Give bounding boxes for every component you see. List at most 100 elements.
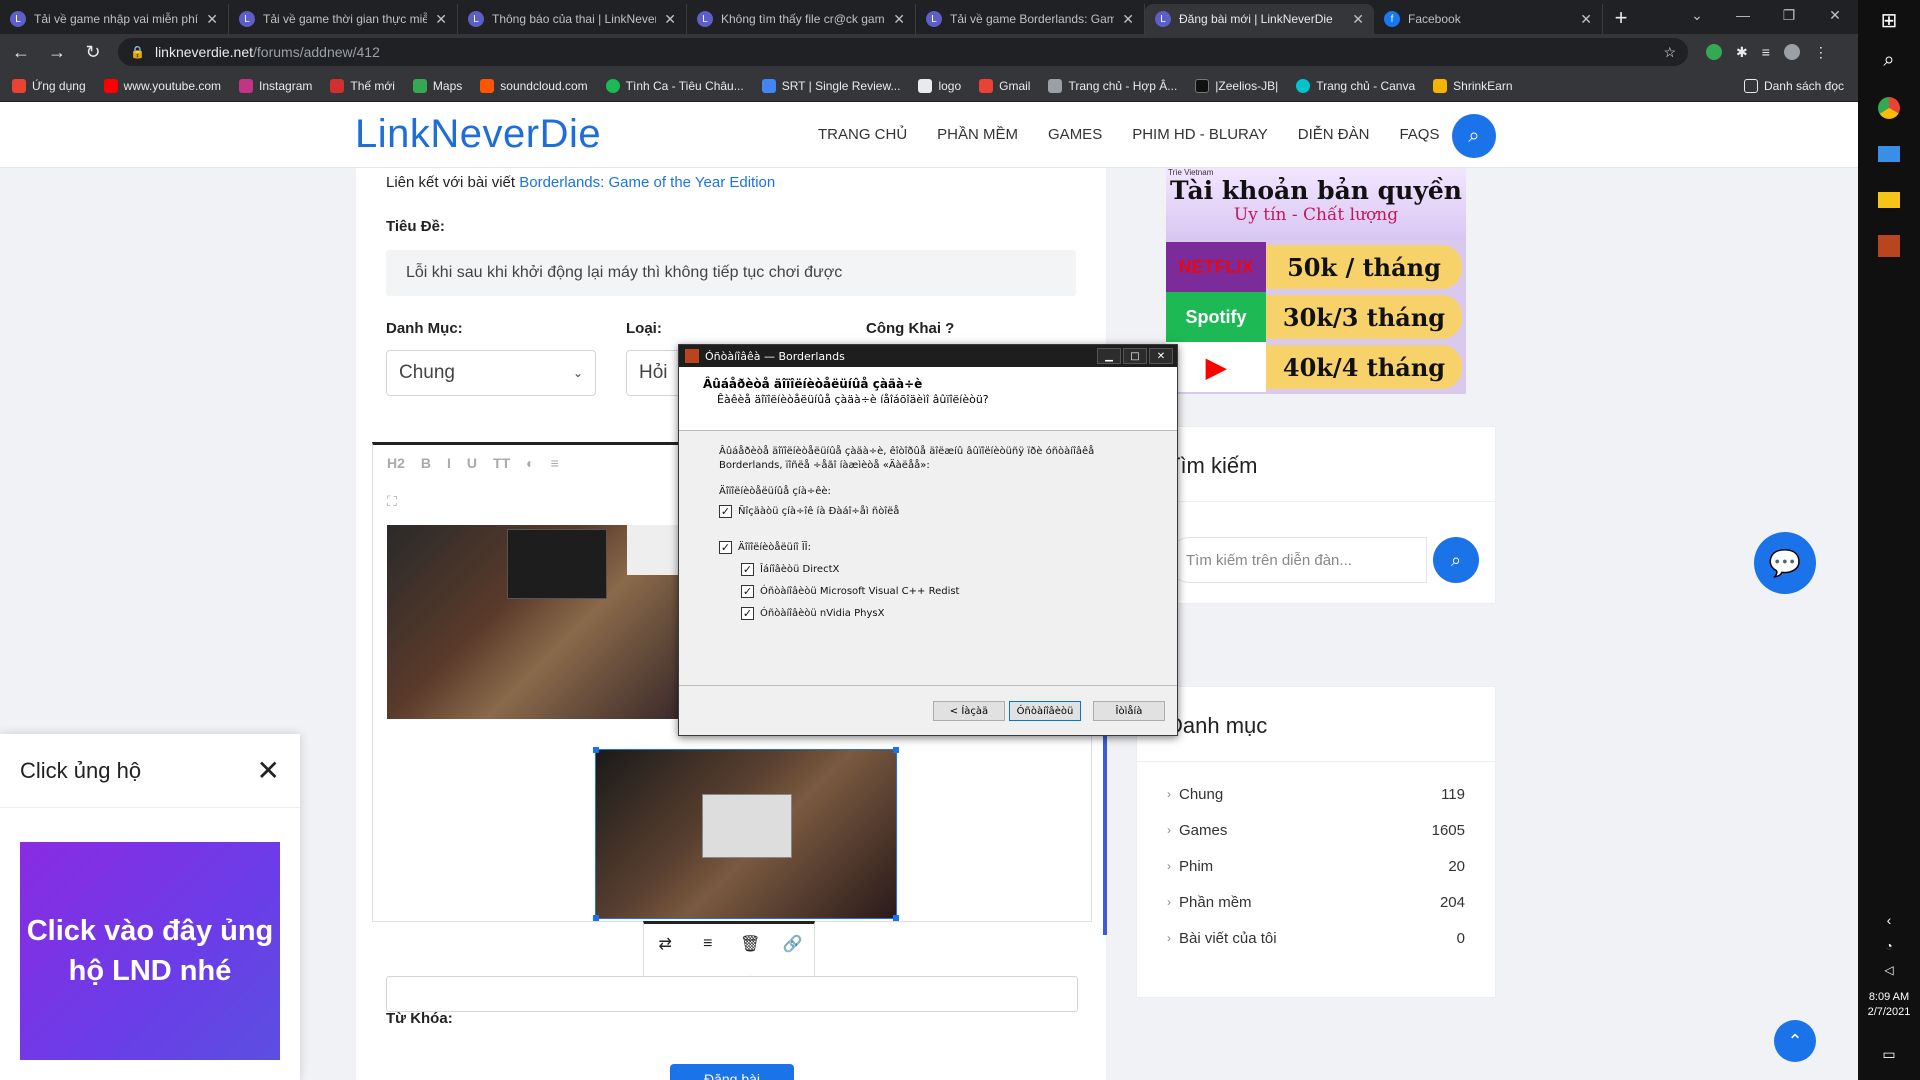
file-explorer-icon[interactable] [1875, 186, 1903, 214]
keywords-input[interactable] [386, 976, 1078, 1012]
install-button[interactable]: Óñòàíîâèòü [1009, 701, 1081, 721]
bookmark-youtube[interactable]: www.youtube.com [103, 78, 221, 93]
close-icon[interactable]: ✕ [664, 11, 676, 28]
category-item[interactable]: › Phần mềm 204 [1167, 884, 1465, 920]
media-icon[interactable]: ≡ [1762, 44, 1770, 60]
additional-software-checkbox[interactable]: ✓ Äîïîëíèòåëüíî ÏÎ: [719, 541, 1137, 554]
heading-button[interactable]: H2 [387, 455, 405, 471]
windows-start-icon[interactable]: ⊞ [1875, 6, 1903, 34]
color-button[interactable]: ◐ [526, 455, 534, 471]
bookmark-maps[interactable]: Maps [412, 78, 462, 93]
url-bar[interactable]: 🔒 linkneverdie.net/forums/addnew/412 ☆ [118, 38, 1688, 66]
restore-icon[interactable]: ❐ [1766, 0, 1812, 30]
physx-checkbox[interactable]: ✓ Óñòàíîâèòü nVidia PhysX [741, 607, 1137, 620]
volume-icon[interactable]: ◁ [1875, 956, 1903, 984]
back-icon[interactable]: ← [6, 37, 36, 67]
browser-tab[interactable]: L Tải về game Borderlands: Gam ✕ [916, 4, 1145, 34]
minimize-icon[interactable]: ▁ [1097, 348, 1121, 364]
puzzle-icon[interactable]: ✱ [1736, 44, 1748, 61]
clock[interactable]: 8:09 AM 2/7/2021 [1858, 990, 1920, 1020]
bookmark-soundcloud[interactable]: soundcloud.com [480, 78, 588, 93]
browser-tab-active[interactable]: L Đăng bài mới | LinkNeverDie ✕ [1145, 4, 1374, 34]
desktop-icon-checkbox[interactable]: ✓ Ñîçäàòü çíà÷îê íà Ðàáî÷åì ñòîëå [719, 505, 1137, 518]
category-item[interactable]: › Phim 20 [1167, 848, 1465, 884]
resize-handle[interactable] [893, 915, 899, 921]
category-item[interactable]: › Chung 119 [1167, 776, 1465, 812]
bookmark-instagram[interactable]: Instagram [239, 78, 312, 93]
font-size-button[interactable]: TT [493, 455, 510, 471]
chat-button[interactable]: 💬 [1754, 532, 1816, 594]
scroll-to-top-button[interactable]: ⌃ [1774, 1020, 1816, 1062]
menu-item-movies[interactable]: PHIM HD - BLURAY [1132, 126, 1268, 143]
type-select[interactable]: Hỏi [626, 350, 686, 396]
close-icon[interactable]: ✕ [1352, 11, 1364, 28]
close-icon[interactable]: ✕ [893, 11, 905, 28]
forum-search-input[interactable]: Tìm kiếm trên diễn đàn... [1167, 537, 1427, 583]
bookmark-tinh-ca[interactable]: Tình Ca - Tiêu Châu... [605, 78, 744, 93]
resize-handle[interactable] [593, 747, 599, 753]
minimize-icon[interactable]: — [1720, 0, 1766, 30]
browser-tab[interactable]: L Thông báo của thai | LinkNever ✕ [458, 4, 687, 34]
submit-button[interactable]: Đăng bài [670, 1064, 794, 1080]
screenshot-image-1[interactable] [387, 525, 681, 719]
resize-handle[interactable] [593, 915, 599, 921]
category-item[interactable]: › Games 1605 [1167, 812, 1465, 848]
browser-tab[interactable]: L Không tìm thấy file cr@ck gam ✕ [687, 4, 916, 34]
bookmark-srt[interactable]: SRT | Single Review... [761, 78, 900, 93]
menu-item-games[interactable]: GAMES [1048, 126, 1102, 143]
category-item[interactable]: › Bài viết của tôi 0 [1167, 920, 1465, 956]
close-icon[interactable]: ✕ [206, 11, 218, 28]
forward-icon[interactable]: → [42, 37, 72, 67]
link-icon[interactable]: 🔗 [783, 934, 803, 954]
search-icon[interactable]: ⌕ [1875, 46, 1903, 74]
bookmark-zeelios[interactable]: |Zeelios-JB| [1195, 78, 1278, 93]
linked-post-link[interactable]: Borderlands: Game of the Year Edition [519, 174, 775, 191]
donate-banner[interactable]: Click vào đây ủng hộ LND nhé [20, 842, 280, 1060]
close-icon[interactable]: ✕ [435, 11, 447, 28]
bookmark-the-moi[interactable]: Thế mới [330, 78, 395, 93]
close-icon[interactable]: ✕ [1149, 348, 1173, 364]
bookmark-canva[interactable]: Trang chủ - Canva [1296, 78, 1415, 93]
app-icon[interactable] [1875, 140, 1903, 168]
vcredist-checkbox[interactable]: ✓ Óñòàíîâèòü Microsoft Visual C++ Redist [741, 585, 1137, 598]
sidebar-ad[interactable]: Trìe Vietnam Tài khoản bản quyền Uy tín … [1166, 168, 1466, 394]
close-icon[interactable]: ✕ [1122, 11, 1134, 28]
extension-icon[interactable] [1706, 44, 1722, 60]
align-button[interactable]: ≡ [551, 455, 559, 471]
maximize-icon[interactable]: □ [1123, 348, 1147, 364]
title-input[interactable]: Lỗi khi sau khi khởi động lại máy thì kh… [386, 250, 1076, 296]
cancel-button[interactable]: Îòìåíà [1093, 701, 1165, 721]
browser-tab[interactable]: L Tải về game nhập vai miễn phí ✕ [0, 4, 229, 34]
close-icon[interactable]: ✕ [1580, 11, 1592, 28]
close-icon[interactable]: ✕ [257, 754, 280, 787]
borderlands-icon[interactable] [1875, 232, 1903, 260]
align-icon[interactable]: ≡ [703, 935, 712, 953]
underline-button[interactable]: U [467, 455, 477, 471]
menu-item-forum[interactable]: DIỄN ĐÀN [1298, 126, 1370, 143]
browser-tab[interactable]: f Facebook ✕ [1374, 4, 1603, 34]
reload-icon[interactable]: ↻ [78, 37, 108, 67]
bookmark-gmail[interactable]: Gmail [979, 78, 1030, 93]
italic-button[interactable]: I [447, 455, 451, 471]
menu-item-home[interactable]: TRANG CHỦ [818, 126, 907, 143]
menu-icon[interactable]: ⋮ [1814, 44, 1828, 61]
menu-item-faqs[interactable]: FAQS [1399, 126, 1439, 143]
directx-checkbox[interactable]: ✓ Îáíîâèòü DirectX [741, 563, 1137, 576]
bookmark-logo[interactable]: logo [918, 78, 961, 93]
back-button[interactable]: < Íàçàä [933, 701, 1005, 721]
category-select[interactable]: Chung ⌄ [386, 350, 596, 396]
bookmark-apps[interactable]: Ứng dụng [12, 78, 86, 93]
lock-icon[interactable]: 🔒 [130, 45, 145, 59]
avatar[interactable] [1783, 44, 1800, 60]
trash-icon[interactable]: 🗑 [740, 934, 760, 954]
fullscreen-icon[interactable]: ⛶ [387, 493, 397, 510]
site-logo[interactable]: LinkNeverDie [355, 112, 601, 157]
new-tab-button[interactable]: + [1603, 4, 1639, 34]
chevron-left-icon[interactable]: ‹ [1875, 906, 1903, 934]
bold-button[interactable]: B [421, 455, 431, 471]
notifications-icon[interactable]: ▭ [1875, 1040, 1903, 1068]
close-window-icon[interactable]: ✕ [1812, 0, 1858, 30]
bookmark-star-icon[interactable]: ☆ [1663, 44, 1676, 61]
resize-handle[interactable] [893, 747, 899, 753]
bookmark-shrinkearn[interactable]: ShrinkEarn [1433, 78, 1513, 93]
